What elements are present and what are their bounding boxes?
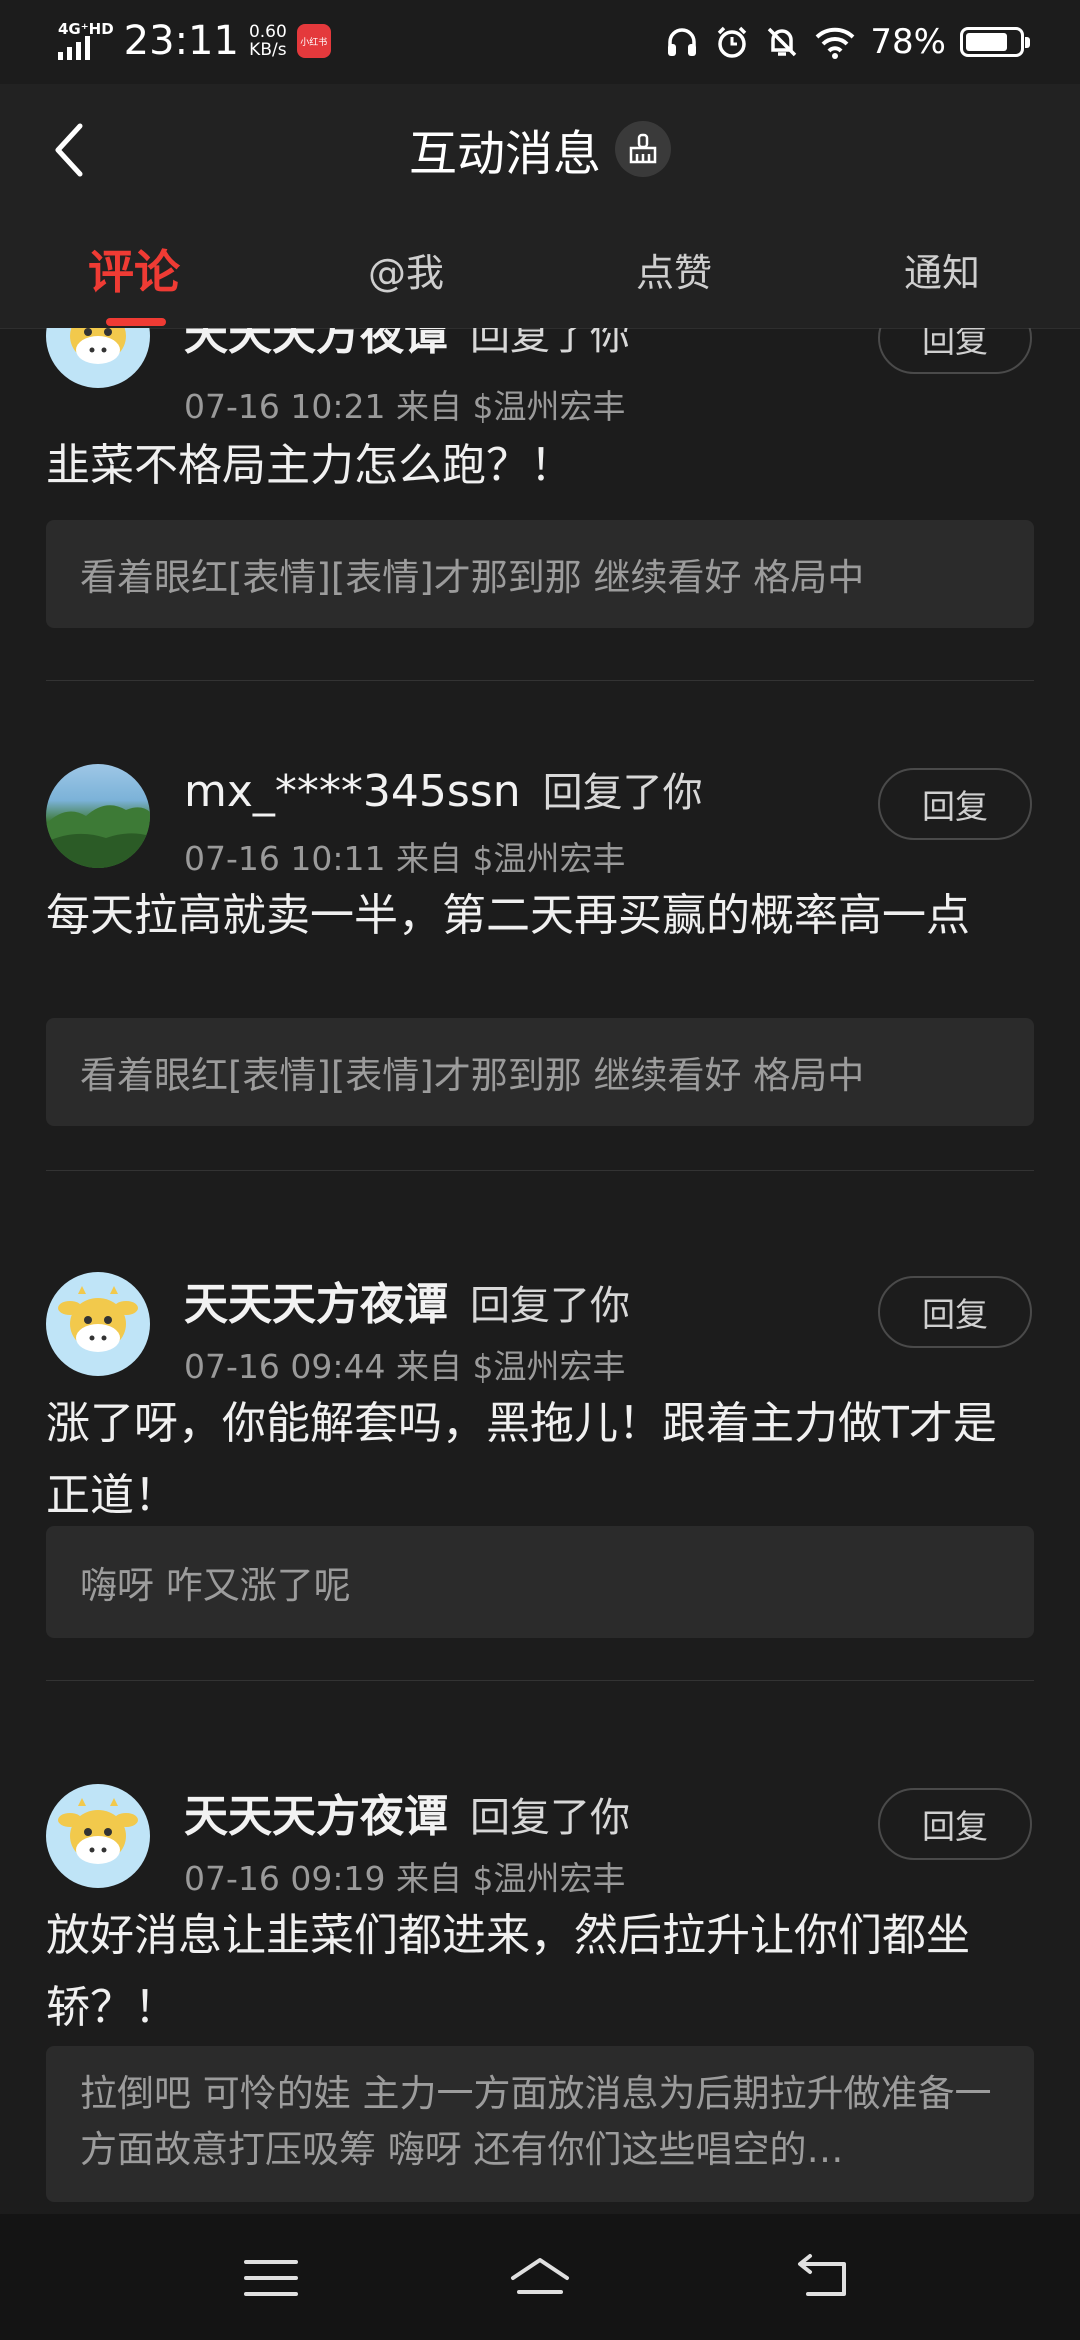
- status-left: 4G⁺HD 23:11 0.60 KB/s 小红书: [58, 18, 331, 64]
- message-meta: 07-16 09:19 来自 $温州宏丰: [184, 1859, 626, 1898]
- user-name[interactable]: 天天天方夜谭 回复了你: [184, 328, 630, 362]
- speed-unit: KB/s: [249, 40, 287, 60]
- message-meta: 07-16 09:44 来自 $温州宏丰: [184, 1347, 626, 1386]
- network-type: 4G⁺HD: [58, 20, 114, 38]
- tab-mentions[interactable]: @我: [368, 242, 444, 297]
- network-speed: 0.60 KB/s: [249, 23, 287, 59]
- battery-icon: [960, 27, 1030, 57]
- tab-notifications[interactable]: 通知: [904, 242, 980, 297]
- quoted-comment-text: 拉倒吧 可怜的娃 主力一方面放消息为后期拉升做准备一方面故意打压吸筹 嗨呀 还有…: [80, 2072, 992, 2171]
- quoted-comment[interactable]: 看着眼红[表情][表情]才那到那 继续看好 格局中: [46, 1018, 1034, 1126]
- message-meta: 07-16 10:21 来自 $温州宏丰: [184, 387, 626, 426]
- system-nav-bar: [0, 2214, 1080, 2340]
- reply-button[interactable]: 回复: [878, 1788, 1032, 1860]
- user-name[interactable]: mx_****345ssn 回复了你: [184, 760, 703, 818]
- message-list[interactable]: 天天天方夜谭 回复了你 07-16 10:21 来自 $温州宏丰 回复 韭菜不格局…: [0, 328, 1080, 2214]
- cow-avatar-icon: [70, 328, 126, 364]
- comment-text[interactable]: 涨了呀，你能解套吗，黑拖儿！跟着主力做T才是正道！: [46, 1388, 1036, 1532]
- user-name[interactable]: 天天天方夜谭 回复了你: [184, 1780, 630, 1844]
- tab-bar: 评论 @我 点赞 通知: [0, 212, 1080, 329]
- app-badge-label: 小红书: [300, 37, 328, 48]
- reply-action-label: 回复了你: [542, 770, 703, 816]
- tab-likes[interactable]: 点赞: [636, 242, 712, 297]
- reply-button[interactable]: 回复: [878, 328, 1032, 374]
- battery-fill: [966, 33, 1007, 51]
- battery-percent: 78%: [870, 22, 946, 62]
- reply-action-label: 回复了你: [470, 1795, 630, 1841]
- reply-button[interactable]: 回复: [878, 1276, 1032, 1348]
- quoted-comment[interactable]: 拉倒吧 可怜的娃 主力一方面放消息为后期拉升做准备一方面故意打压吸筹 嗨呀 还有…: [46, 2046, 1034, 2202]
- avatar[interactable]: [46, 328, 150, 388]
- wifi-icon: [816, 27, 855, 59]
- reply-action-label: 回复了你: [470, 1283, 630, 1329]
- quoted-comment[interactable]: 嗨呀 咋又涨了呢: [46, 1526, 1034, 1638]
- broom-icon: [629, 133, 657, 164]
- active-tab-indicator: [106, 318, 166, 326]
- mountain-avatar-icon: [46, 805, 150, 868]
- alarm-icon: [718, 26, 747, 58]
- comment-text[interactable]: 韭菜不格局主力怎么跑？！: [46, 430, 1036, 502]
- back-icon[interactable]: [788, 2248, 858, 2308]
- page-title: 互动消息: [408, 126, 601, 182]
- divider: [46, 1170, 1034, 1171]
- comment-text[interactable]: 放好消息让韭菜们都进来，然后拉升让你们都坐轿？！: [46, 1900, 1036, 2044]
- tab-comments[interactable]: 评论: [88, 236, 180, 302]
- cow-avatar-icon: [58, 1286, 138, 1352]
- clock: 23:11: [123, 18, 239, 64]
- reply-button[interactable]: 回复: [878, 768, 1032, 840]
- signal-group: 4G⁺HD: [58, 22, 114, 60]
- status-bar: 4G⁺HD 23:11 0.60 KB/s 小红书 78%: [0, 0, 1080, 84]
- avatar[interactable]: [46, 764, 150, 868]
- page-header: 互动消息: [0, 84, 1080, 212]
- cow-avatar-icon: [58, 1798, 138, 1864]
- home-icon[interactable]: [505, 2248, 575, 2308]
- quoted-comment[interactable]: 看着眼红[表情][表情]才那到那 继续看好 格局中: [46, 520, 1034, 628]
- reply-action-label: 回复了你: [470, 328, 630, 359]
- message-meta: 07-16 10:11 来自 $温州宏丰: [184, 839, 626, 878]
- avatar[interactable]: [46, 1272, 150, 1376]
- headphones-icon: [668, 28, 697, 56]
- speed-value: 0.60: [248, 22, 287, 42]
- menu-icon[interactable]: [236, 2248, 306, 2308]
- status-right: 78%: [664, 22, 1030, 62]
- divider: [46, 1680, 1034, 1681]
- mute-icon: [768, 27, 797, 57]
- clear-messages-button[interactable]: [615, 121, 671, 177]
- avatar[interactable]: [46, 1784, 150, 1888]
- divider: [46, 680, 1034, 681]
- app-notification-icon: 小红书: [296, 24, 331, 58]
- user-name[interactable]: 天天天方夜谭 回复了你: [184, 1268, 630, 1332]
- signal-icon: [58, 36, 114, 60]
- title-group: 互动消息: [0, 114, 1080, 184]
- comment-text[interactable]: 每天拉高就卖一半，第二天再买赢的概率高一点: [46, 880, 1036, 952]
